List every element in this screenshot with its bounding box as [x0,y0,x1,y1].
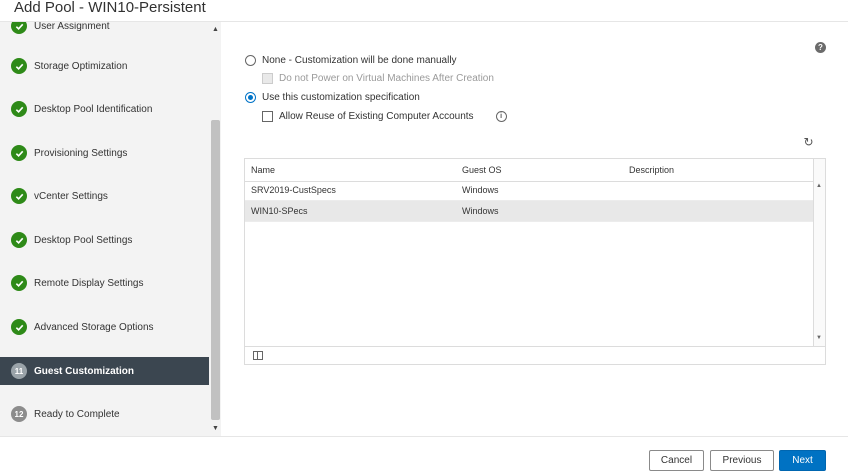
option-use-spec[interactable]: Use this customization specification [245,92,420,103]
cell-guest-os: Windows [462,206,499,216]
window-title: Add Pool - WIN10-Persistent [14,0,206,16]
sidebar-item-label: vCenter Settings [34,190,108,202]
option-none-label: None - Customization will be done manual… [262,55,457,66]
sidebar-item-label: Storage Optimization [34,60,128,72]
sidebar-item-remote-display-settings[interactable]: Remote Display Settings [0,269,209,297]
sidebar-item-advanced-storage-options[interactable]: Advanced Storage Options [0,313,209,341]
option-allow-reuse-label: Allow Reuse of Existing Computer Account… [279,111,474,122]
radio-use-spec[interactable] [245,92,256,103]
sidebar-item-desktop-pool-settings[interactable]: Desktop Pool Settings [0,226,209,254]
wizard-sidebar: User Assignment Storage Optimization Des… [0,22,221,436]
scroll-down-icon[interactable]: ▼ [211,424,220,434]
help-icon[interactable]: ? [815,42,826,53]
table-footer [245,346,825,364]
sidebar-item-label: Remote Display Settings [34,277,144,289]
check-icon [11,188,27,204]
scroll-up-icon[interactable]: ▲ [211,25,220,35]
sidebar-item-ready-to-complete[interactable]: 12 Ready to Complete [0,400,209,428]
cancel-button[interactable]: Cancel [649,450,704,471]
info-icon[interactable]: i [495,111,507,122]
sidebar-item-label: Ready to Complete [34,408,120,420]
check-icon [11,58,27,74]
check-icon [11,101,27,117]
check-icon [11,319,27,335]
cell-name: SRV2019-CustSpecs [251,185,336,195]
cell-guest-os: Windows [462,185,499,195]
option-no-power-label: Do not Power on Virtual Machines After C… [279,73,494,84]
option-allow-reuse[interactable]: Allow Reuse of Existing Computer Account… [262,111,507,122]
column-header-guest-os[interactable]: Guest OS [462,159,502,182]
step-number-badge: 12 [11,406,27,422]
footer-divider [0,436,848,437]
table-scrollbar[interactable]: ▲ ▼ [813,159,825,346]
option-no-power: Do not Power on Virtual Machines After C… [262,73,494,84]
sidebar-item-desktop-pool-identification[interactable]: Desktop Pool Identification [0,95,209,123]
sidebar-item-guest-customization[interactable]: 11 Guest Customization [0,357,209,385]
column-header-name[interactable]: Name [251,159,275,182]
next-button[interactable]: Next [779,450,826,471]
check-icon [11,22,27,34]
column-header-description[interactable]: Description [629,159,674,182]
check-icon [11,232,27,248]
cell-name: WIN10-SPecs [251,206,308,216]
refresh-icon[interactable]: ↻ [802,136,815,149]
table-header: Name Guest OS Description [245,159,813,182]
sidebar-item-label: User Assignment [34,22,110,32]
sidebar-item-label: Provisioning Settings [34,147,128,159]
step-number-badge: 11 [11,363,27,379]
sidebar-item-label: Desktop Pool Settings [34,234,133,246]
customization-spec-table: Name Guest OS Description SRV2019-CustSp… [244,158,826,365]
table-row-selected[interactable]: WIN10-SPecs Windows [245,201,813,222]
sidebar-item-label: Desktop Pool Identification [34,103,153,115]
radio-none[interactable] [245,55,256,66]
option-none[interactable]: None - Customization will be done manual… [245,55,457,66]
sidebar-item-label: Advanced Storage Options [34,321,154,333]
column-toggle-icon[interactable] [253,351,263,360]
option-use-spec-label: Use this customization specification [262,92,420,103]
previous-button[interactable]: Previous [710,450,774,471]
table-scroll-up-icon[interactable]: ▲ [816,183,822,189]
sidebar-scroll-thumb[interactable] [211,120,220,420]
check-icon [11,275,27,291]
table-row[interactable]: SRV2019-CustSpecs Windows [245,180,813,201]
check-icon [11,145,27,161]
sidebar-item-storage-optimization[interactable]: Storage Optimization [0,52,209,80]
checkbox-no-power [262,73,273,84]
sidebar-item-label: Guest Customization [34,365,135,377]
sidebar-item-provisioning-settings[interactable]: Provisioning Settings [0,139,209,167]
checkbox-allow-reuse[interactable] [262,111,273,122]
table-scroll-down-icon[interactable]: ▼ [816,335,822,341]
sidebar-item-user-assignment[interactable]: User Assignment [0,22,209,40]
sidebar-item-vcenter-settings[interactable]: vCenter Settings [0,182,209,210]
